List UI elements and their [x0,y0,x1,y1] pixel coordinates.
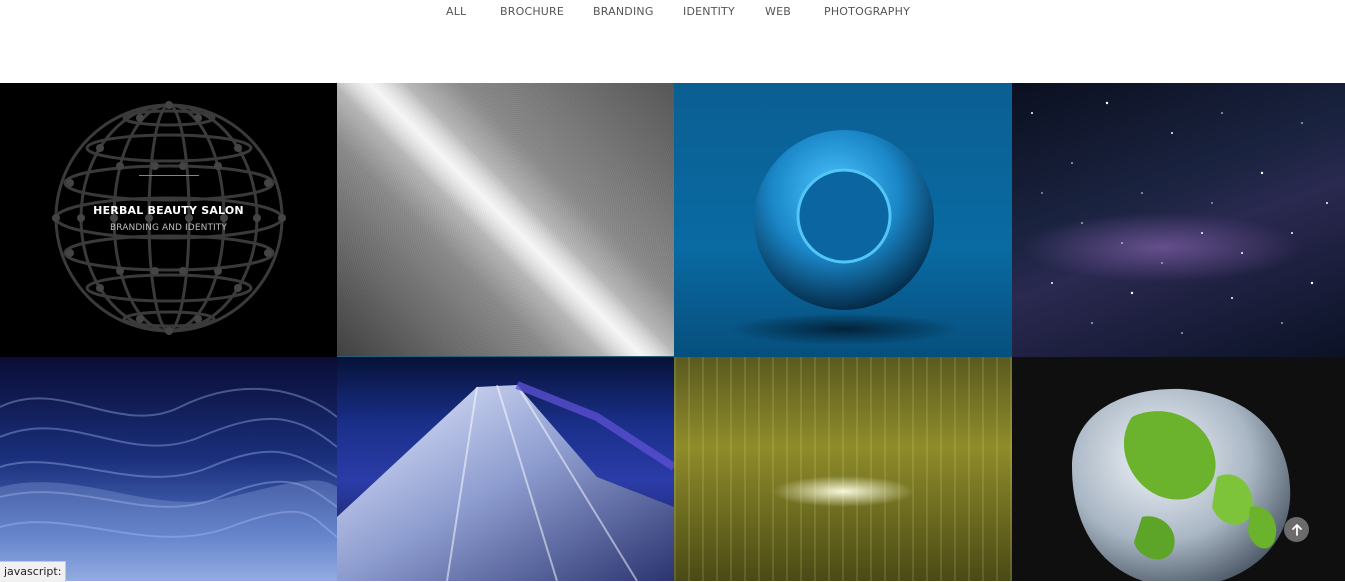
filter-web[interactable]: WEB [765,5,791,18]
portfolio-item[interactable] [1012,83,1345,357]
overlay-accent-line [138,174,199,176]
filter-all[interactable]: ALL [446,5,466,18]
arrow-up-icon [1291,523,1302,536]
portfolio-item[interactable] [674,357,1012,581]
portfolio-grid: HERBAL BEAUTY SALON BRANDING AND IDENTIT… [0,83,1345,581]
filter-brochure[interactable]: BROCHURE [500,5,564,18]
filter-photography[interactable]: PHOTOGRAPHY [824,5,910,18]
portfolio-item[interactable]: HERBAL BEAUTY SALON BRANDING AND IDENTIT… [0,83,337,357]
portfolio-image-blue-waves [0,387,337,581]
portfolio-item[interactable] [337,83,674,357]
portfolio-item-category: BRANDING AND IDENTITY [109,222,228,233]
filter-identity[interactable]: IDENTITY [683,5,735,18]
portfolio-item[interactable] [337,357,674,581]
portfolio-image-brushed-metal [337,83,674,356]
portfolio-filter-nav: ALL BROCHURE BRANDING IDENTITY WEB PHOTO… [0,0,1345,83]
portfolio-image-blue-torus [729,130,959,345]
portfolio-item[interactable] [674,83,1012,357]
scroll-to-top-button[interactable] [1284,517,1309,542]
portfolio-item-overlay: HERBAL BEAUTY SALON BRANDING AND IDENTIT… [0,83,337,357]
portfolio-image-milky-way [1031,101,1328,334]
portfolio-image-golden-rays [674,357,1012,581]
portfolio-image-crystal-peak [337,381,674,581]
browser-status-bar: javascript: [0,561,67,582]
portfolio-item-title[interactable]: HERBAL BEAUTY SALON [93,204,244,217]
portfolio-item[interactable] [0,357,337,581]
portfolio-item[interactable] [1012,357,1345,581]
portfolio-image-ice-globe [1072,388,1291,581]
filter-branding[interactable]: BRANDING [593,5,654,18]
